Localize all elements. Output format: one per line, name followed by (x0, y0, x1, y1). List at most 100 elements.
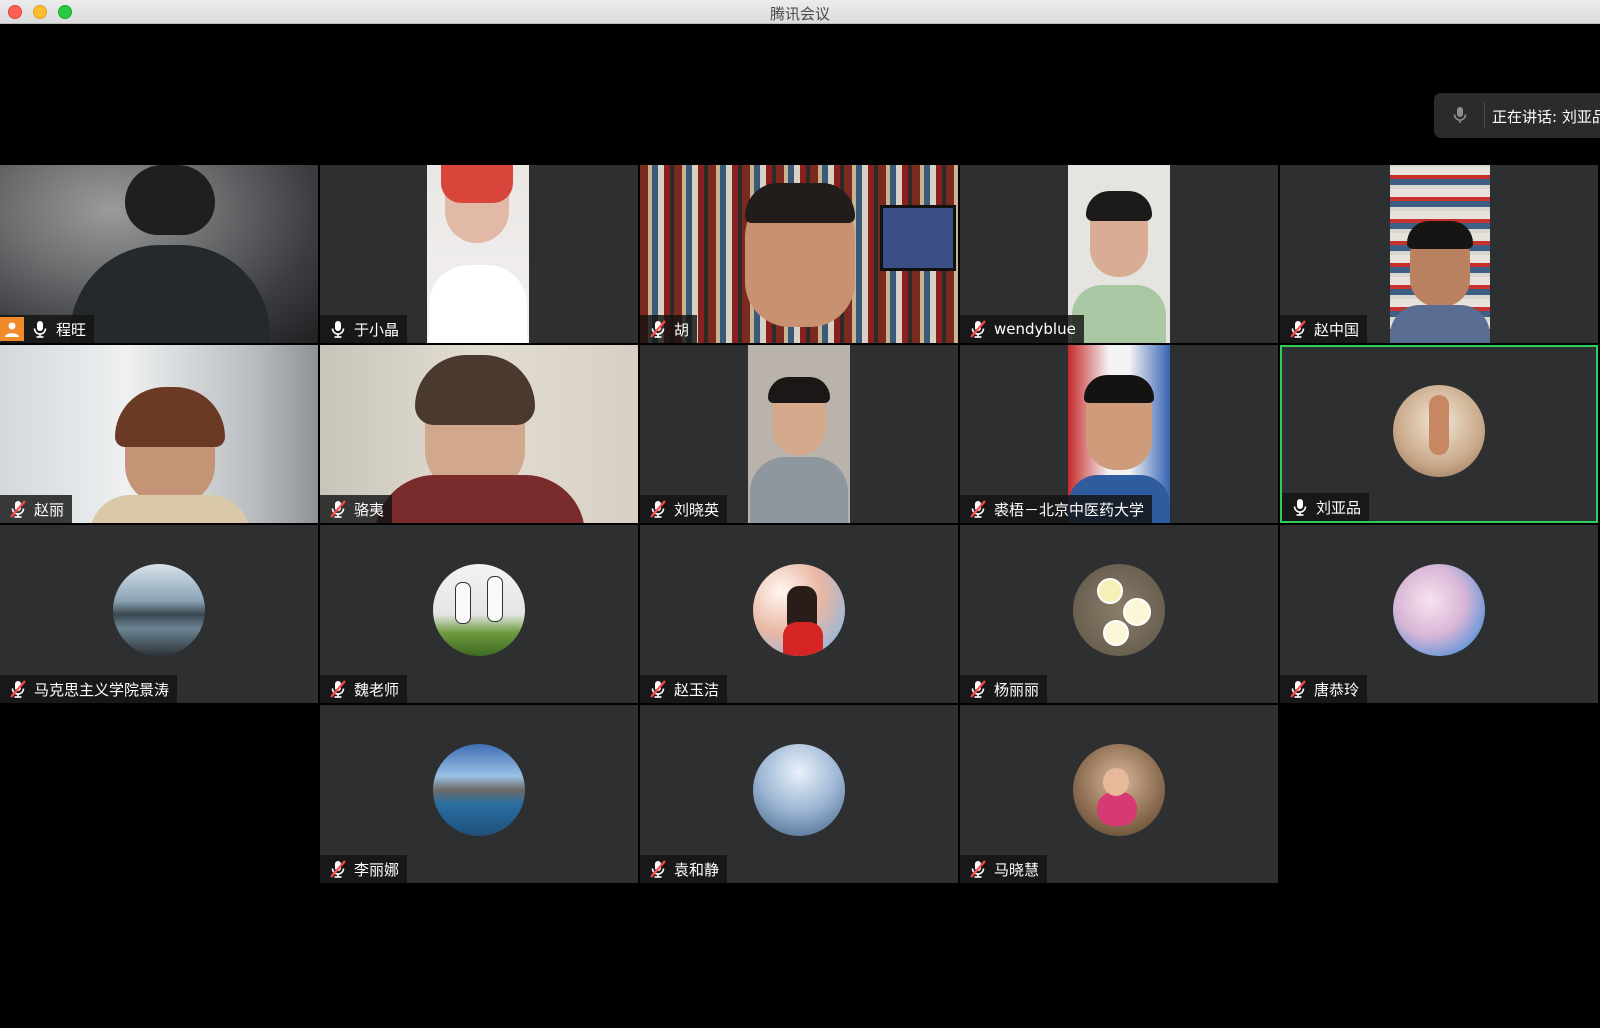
participant-avatar (753, 564, 845, 657)
participant-label: 裘梧－北京中医药大学 (960, 495, 1153, 523)
participant-tile[interactable]: 马晓慧 (960, 705, 1278, 883)
person-body (90, 495, 250, 523)
participant-name: 李丽娜 (354, 860, 400, 879)
participant-tile[interactable]: 赵丽 (0, 345, 318, 523)
participant-avatar (1393, 384, 1485, 477)
microphone-icon (328, 319, 348, 339)
participant-name: 于小晶 (354, 320, 400, 339)
microphone-muted-icon (968, 499, 988, 519)
participant-label: 骆夷 (320, 495, 393, 523)
microphone-muted-icon (968, 679, 988, 699)
participant-name: 骆夷 (354, 500, 385, 519)
microphone-muted-icon (648, 499, 668, 519)
participant-tile[interactable]: 胡 (640, 165, 958, 343)
participant-label: 李丽娜 (320, 855, 408, 883)
participant-tile[interactable]: 刘亚品 (1280, 345, 1598, 523)
avatar-figure-dress (1097, 792, 1137, 827)
participant-name: 唐恭玲 (1314, 680, 1360, 699)
participant-name: 胡 (674, 320, 690, 339)
participant-tile[interactable]: 于小晶 (320, 165, 638, 343)
now-speaking-indicator: 正在讲话: 刘亚品 (1434, 93, 1600, 138)
participant-label: 魏老师 (320, 675, 408, 703)
microphone-icon (30, 319, 50, 339)
participant-name: 马晓慧 (994, 860, 1040, 879)
participant-name: 袁和静 (674, 860, 720, 879)
person-silhouette (125, 165, 215, 235)
person-body (70, 245, 270, 343)
now-speaking-text: 正在讲话: 刘亚品 (1492, 108, 1600, 126)
person-hair (1086, 191, 1152, 221)
participant-avatar (433, 564, 525, 657)
participant-avatar (433, 744, 525, 837)
participant-name: 程旺 (56, 320, 87, 339)
participant-tile[interactable]: 裘梧－北京中医药大学 (960, 345, 1278, 523)
person-hair (115, 387, 225, 447)
participant-name: 魏老师 (354, 680, 400, 699)
microphone-muted-icon (968, 859, 988, 879)
person-hair (441, 165, 513, 203)
participant-tile[interactable]: 魏老师 (320, 525, 638, 703)
monitor-screen (880, 205, 956, 271)
participant-video (748, 345, 850, 523)
participant-tile[interactable]: 骆夷 (320, 345, 638, 523)
window-titlebar: 腾讯会议 (0, 0, 1600, 24)
avatar-figure (1429, 394, 1449, 455)
person-body (1390, 305, 1490, 343)
participant-tile[interactable]: 刘晓英 (640, 345, 958, 523)
person-hair (1407, 221, 1473, 249)
participant-label: 袁和静 (640, 855, 728, 883)
participant-tile[interactable]: 赵中国 (1280, 165, 1598, 343)
person-body (429, 265, 527, 343)
person-body (750, 457, 848, 523)
participant-tile[interactable]: wendyblue (960, 165, 1278, 343)
microphone-icon (1290, 497, 1310, 517)
avatar-flower (1123, 598, 1151, 627)
person-body (1072, 285, 1166, 343)
participant-label: 胡 (640, 315, 698, 343)
microphone-muted-icon (1288, 319, 1308, 339)
participant-name: 赵中国 (1314, 320, 1360, 339)
participant-name: wendyblue (994, 320, 1076, 338)
participant-tile[interactable]: 程旺 (0, 165, 318, 343)
participant-avatar (753, 744, 845, 837)
avatar-crane (455, 582, 471, 625)
person-hair (768, 377, 830, 403)
participant-tile[interactable]: 唐恭玲 (1280, 525, 1598, 703)
participant-name: 马克思主义学院景涛 (34, 680, 170, 699)
microphone-muted-icon (8, 679, 28, 699)
participant-name: 赵玉洁 (674, 680, 720, 699)
divider (1484, 102, 1485, 129)
participant-name: 裘梧－北京中医药大学 (994, 500, 1145, 519)
participant-label: 马克思主义学院景涛 (0, 675, 178, 703)
host-icon (0, 317, 24, 341)
participant-label: 杨丽丽 (960, 675, 1048, 703)
participant-label: 于小晶 (320, 315, 408, 343)
microphone-muted-icon (328, 859, 348, 879)
participant-label: 赵中国 (1280, 315, 1368, 343)
participant-video (1390, 165, 1490, 343)
microphone-muted-icon (8, 499, 28, 519)
microphone-icon (1450, 105, 1470, 125)
participant-tile[interactable]: 赵玉洁 (640, 525, 958, 703)
microphone-muted-icon (328, 679, 348, 699)
participant-label: 赵玉洁 (640, 675, 728, 703)
participant-name: 刘晓英 (674, 500, 720, 519)
participant-label: 唐恭玲 (1280, 675, 1368, 703)
window-title: 腾讯会议 (769, 5, 830, 23)
participant-name: 杨丽丽 (994, 680, 1040, 699)
participant-label: 刘亚品 (1282, 493, 1370, 521)
avatar-flower (1097, 578, 1123, 605)
participant-tile[interactable]: 李丽娜 (320, 705, 638, 883)
avatar-crane (487, 576, 503, 623)
participant-tile[interactable]: 袁和静 (640, 705, 958, 883)
person-hair (1084, 375, 1154, 403)
participant-avatar (113, 564, 205, 657)
participant-avatar (1393, 564, 1485, 657)
person-body (375, 475, 585, 523)
participant-video (427, 165, 529, 343)
participant-tile[interactable]: 杨丽丽 (960, 525, 1278, 703)
participant-tile[interactable]: 马克思主义学院景涛 (0, 525, 318, 703)
microphone-muted-icon (968, 319, 988, 339)
participant-label: wendyblue (960, 315, 1084, 343)
person-hair (415, 355, 535, 425)
